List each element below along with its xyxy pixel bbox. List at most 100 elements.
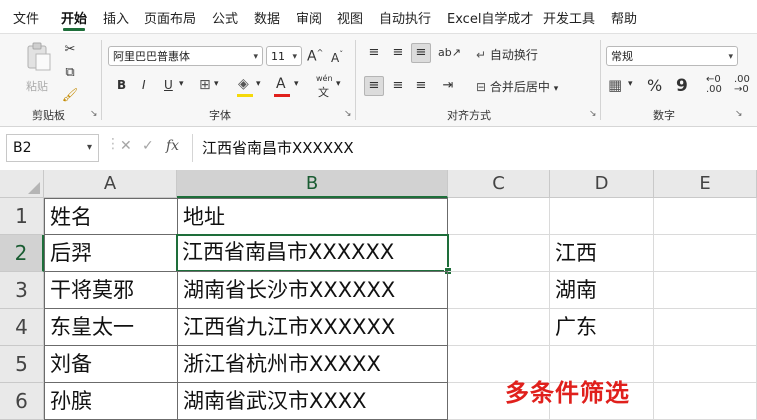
cell-d4[interactable]: 广东 [550,309,654,346]
tab-insert[interactable]: 插入 [103,0,129,33]
cell-a3[interactable]: 干将莫邪 [44,271,178,309]
accounting-format-icon[interactable]: ▦ [608,76,622,94]
align-bottom-icon[interactable]: ≡ [411,43,431,63]
align-top-icon[interactable]: ≡ [364,43,384,63]
font-launcher-icon[interactable]: ↘ [344,109,352,119]
font-color-dropdown-icon[interactable]: ▾ [294,79,299,89]
italic-button[interactable]: I [142,78,146,92]
tab-help[interactable]: 帮助 [611,0,637,33]
underline-button[interactable]: U [164,78,173,92]
cell-d3[interactable]: 湖南 [550,272,654,309]
percent-style-button[interactable]: % [647,76,662,95]
phonetic-dropdown-icon[interactable]: ▾ [336,79,341,89]
paste-button[interactable]: 粘贴 [22,42,56,93]
row-header-2[interactable]: 2 [0,235,44,272]
wrap-text-button[interactable]: ↵ 自动换行 [476,46,538,63]
formula-input[interactable]: 江西省南昌市XXXXXX [192,134,757,162]
tab-page-layout[interactable]: 页面布局 [144,0,196,33]
column-header-d[interactable]: D [550,170,654,198]
chevron-down-icon: ▾ [253,52,258,62]
row-header-3[interactable]: 3 [0,272,44,309]
tab-formulas[interactable]: 公式 [212,0,238,33]
alignment-launcher-icon[interactable]: ↘ [589,109,597,119]
font-size-dropdown[interactable]: 11 ▾ [266,46,302,66]
indent-icon[interactable]: ⇥ [438,76,458,96]
cell-a6[interactable]: 孙膑 [44,382,178,420]
cell-a2[interactable]: 后羿 [44,234,178,272]
wrap-text-label: 自动换行 [489,48,538,62]
cell-b4[interactable]: 江西省九江市XXXXXX [177,308,448,346]
font-name-dropdown[interactable]: 阿里巴巴普惠体 ▾ [108,46,263,66]
cell-b5[interactable]: 浙江省杭州市XXXXX [177,345,448,383]
fill-color-icon[interactable]: ◈ [238,76,249,92]
merge-center-label: 合并后居中 [489,80,550,94]
cell-d2[interactable]: 江西 [550,235,654,272]
cell-e5[interactable] [654,346,757,383]
column-header-c[interactable]: C [448,170,550,198]
column-header-b[interactable]: B [177,170,448,198]
phonetic-guide-button[interactable]: wén [316,74,333,83]
align-left-icon[interactable]: ≡ [364,76,384,96]
tab-data[interactable]: 数据 [254,0,280,33]
cell-a5[interactable]: 刘备 [44,345,178,383]
cancel-icon[interactable]: ✕ [120,138,132,154]
chevron-down-icon: ▾ [553,84,559,94]
select-all-button[interactable] [0,170,44,198]
name-box[interactable]: B2 ▾ [6,134,99,162]
cell-e6[interactable] [654,383,757,420]
cell-a1[interactable]: 姓名 [44,198,178,235]
align-middle-icon[interactable]: ≡ [388,43,408,63]
column-header-e[interactable]: E [654,170,757,198]
row-header-5[interactable]: 5 [0,346,44,383]
cell-e4[interactable] [654,309,757,346]
decrease-decimal-icon[interactable]: .00 →0 [734,75,750,95]
cell-c4[interactable] [448,309,550,346]
borders-dropdown-icon[interactable]: ▾ [214,79,219,89]
cell-c3[interactable] [448,272,550,309]
cell-e2[interactable] [654,235,757,272]
borders-icon[interactable]: ⊞ [199,77,211,93]
tab-review[interactable]: 审阅 [296,0,322,33]
cut-icon[interactable]: ✂ [60,40,80,60]
tab-excel-self-study[interactable]: Excel自学成才 [447,0,533,33]
tab-view[interactable]: 视图 [337,0,363,33]
clipboard-launcher-icon[interactable]: ↘ [90,109,98,119]
shrink-font-button[interactable]: Aˇ [331,50,343,65]
enter-icon[interactable]: ✓ [142,138,154,154]
row-header-4[interactable]: 4 [0,309,44,346]
cell-b1[interactable]: 地址 [177,198,448,235]
cell-d1[interactable] [550,198,654,235]
tab-home[interactable]: 开始 [61,0,87,33]
cell-e3[interactable] [654,272,757,309]
tab-automate[interactable]: 自动执行 [379,0,431,33]
row-header-1[interactable]: 1 [0,198,44,235]
cell-a4[interactable]: 东皇太一 [44,308,178,346]
format-painter-icon[interactable]: 🖌 [60,86,80,106]
cell-c2[interactable] [448,235,550,272]
number-format-dropdown[interactable]: 常规 ▾ [606,46,738,66]
column-header-a[interactable]: A [44,170,177,198]
tab-file[interactable]: 文件 [13,0,39,33]
merge-center-button[interactable]: ⊟ 合并后居中 ▾ [476,78,558,95]
tab-developer[interactable]: 开发工具 [543,0,595,33]
grow-font-button[interactable]: A^ [307,48,323,65]
insert-function-button[interactable]: fx [166,138,179,154]
row-header-6[interactable]: 6 [0,383,44,420]
cell-e1[interactable] [654,198,757,235]
fill-color-dropdown-icon[interactable]: ▾ [256,79,261,89]
font-color-icon[interactable]: A [276,76,286,92]
align-right-icon[interactable]: ≡ [411,76,431,96]
comma-style-button[interactable]: 9 [676,76,688,96]
cell-b2[interactable]: 江西省南昌市XXXXXX [176,234,449,272]
copy-icon[interactable]: ⧉ [60,63,80,83]
number-launcher-icon[interactable]: ↘ [735,109,743,119]
increase-decimal-icon[interactable]: ←0.00 [706,75,722,95]
cell-b6[interactable]: 湖南省武汉市XXXX [177,382,448,420]
accounting-dropdown-icon[interactable]: ▾ [628,79,633,89]
align-center-icon[interactable]: ≡ [388,76,408,96]
bold-button[interactable]: B [117,78,126,92]
underline-dropdown-icon[interactable]: ▾ [179,79,184,89]
cell-c1[interactable] [448,198,550,235]
orientation-icon[interactable]: ab↗ [438,43,461,63]
cell-b3[interactable]: 湖南省长沙市XXXXXX [177,271,448,309]
